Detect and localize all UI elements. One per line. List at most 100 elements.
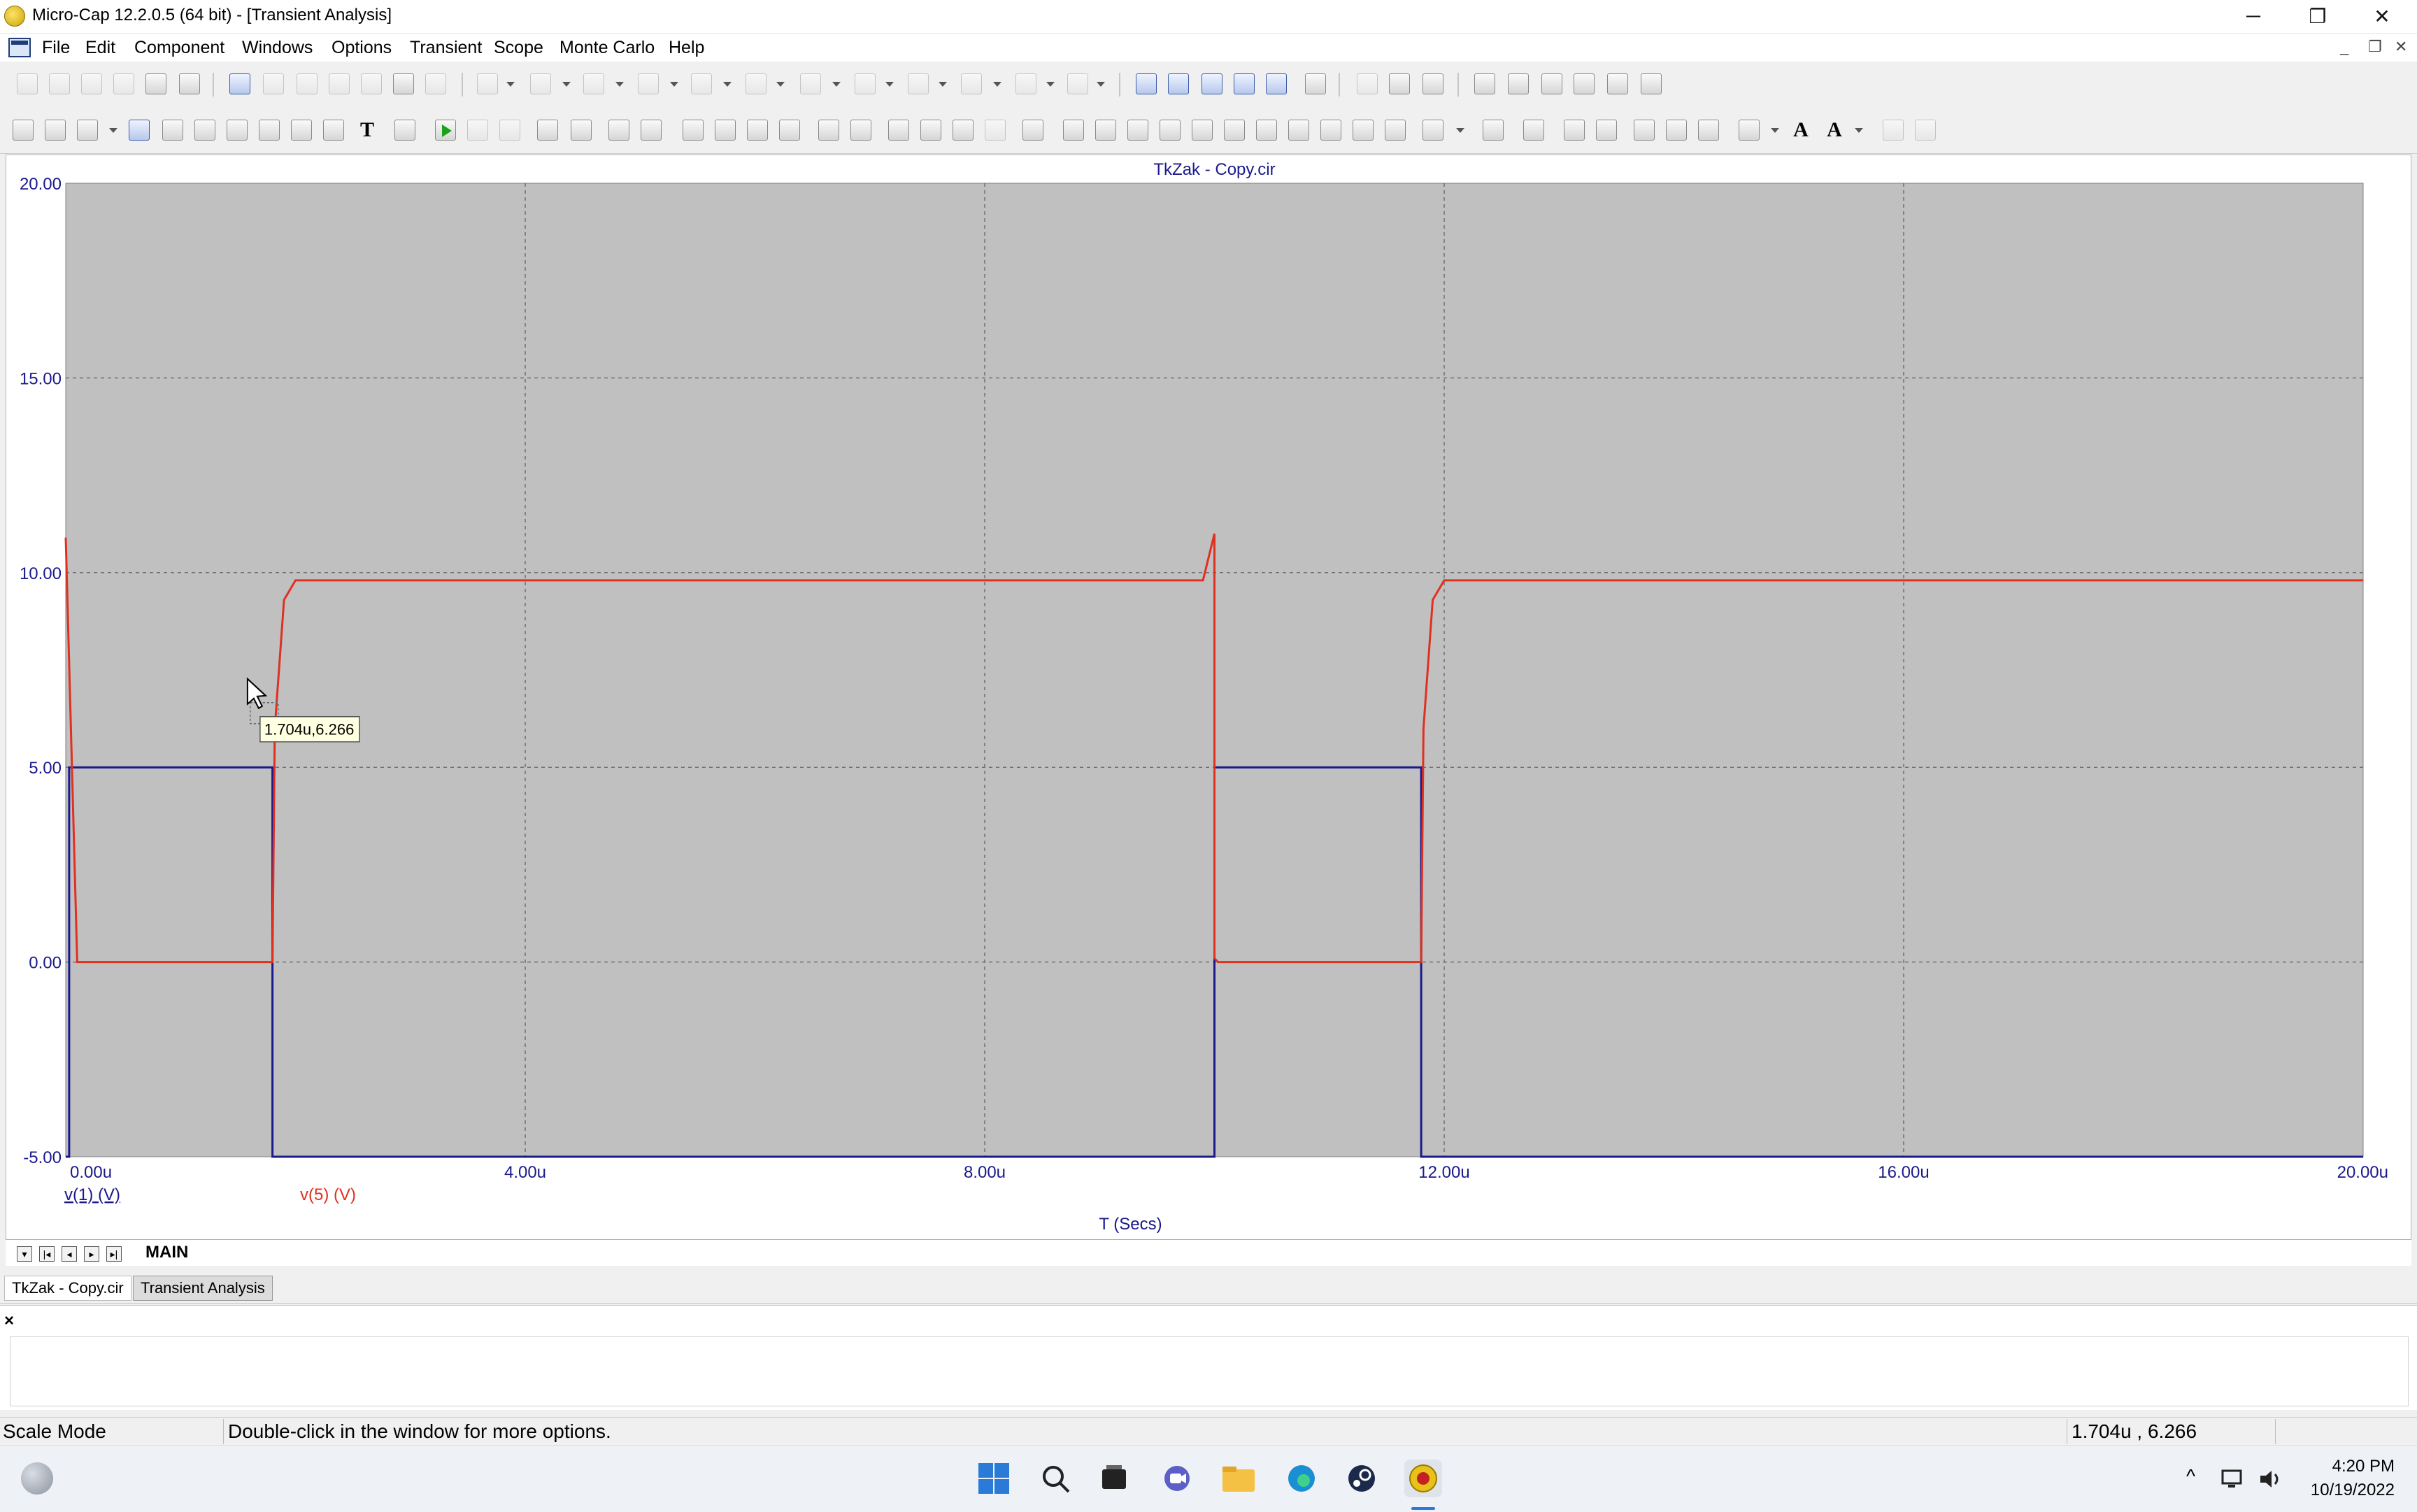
chevron-down-icon[interactable] <box>939 82 947 87</box>
tile-vertical-icon[interactable] <box>1168 73 1189 94</box>
edge-browser-icon[interactable] <box>1283 1460 1320 1497</box>
mdi-close-button[interactable]: ✕ <box>2395 38 2407 56</box>
cascade-windows-icon[interactable] <box>1136 73 1157 94</box>
split-icon[interactable] <box>850 120 871 141</box>
cursor-global-low-icon[interactable] <box>1256 120 1277 141</box>
last-sheet-button[interactable]: ▸| <box>106 1246 122 1262</box>
widgets-icon[interactable] <box>21 1462 53 1495</box>
text-style-icon[interactable]: A <box>1824 120 1845 141</box>
close-panel-icon[interactable]: × <box>4 1311 14 1331</box>
menu-component[interactable]: Component <box>134 38 224 58</box>
menu-scope[interactable]: Scope <box>494 38 543 58</box>
undo-icon[interactable] <box>229 73 250 94</box>
send-to-back-icon[interactable] <box>1915 120 1936 141</box>
transistor-component-icon[interactable] <box>746 73 767 94</box>
cursor-low-icon[interactable] <box>1160 120 1181 141</box>
horizontal-tag-icon[interactable] <box>291 120 312 141</box>
text-tool-icon[interactable]: T <box>357 120 378 141</box>
cursor-peak-icon[interactable] <box>1063 120 1084 141</box>
sheet-menu-button[interactable]: ▾ <box>17 1246 32 1262</box>
chevron-down-icon[interactable] <box>506 82 515 87</box>
open-file-icon[interactable] <box>49 73 70 94</box>
zoom-in-icon[interactable] <box>888 120 909 141</box>
cursor-go-to-icon[interactable] <box>1385 120 1406 141</box>
performance-tag-icon[interactable] <box>394 120 415 141</box>
cursor-inflection-icon[interactable] <box>1192 120 1213 141</box>
transient-plot[interactable]: -5.00 0.00 5.00 10.00 15.00 20.00 0.00u 4.00u 8… <box>6 155 2412 1246</box>
start-icon[interactable] <box>975 1460 1013 1497</box>
minimize-button[interactable]: ─ <box>2221 0 2286 32</box>
menu-monte-carlo[interactable]: Monte Carlo <box>559 38 655 58</box>
shape-editor-icon[interactable] <box>1541 73 1562 94</box>
task-view-icon[interactable] <box>1095 1460 1133 1497</box>
menu-edit[interactable]: Edit <box>85 38 115 58</box>
stack-icon[interactable] <box>818 120 839 141</box>
chevron-down-icon[interactable] <box>1456 128 1464 133</box>
chevron-down-icon[interactable] <box>109 128 117 133</box>
save-icon[interactable] <box>81 73 102 94</box>
bring-to-front-icon[interactable] <box>1883 120 1904 141</box>
fit-curve-icon[interactable] <box>1698 120 1719 141</box>
close-button[interactable]: ✕ <box>2350 0 2414 32</box>
microcap-taskbar-icon[interactable] <box>1404 1460 1442 1497</box>
chevron-down-icon[interactable] <box>1855 128 1863 133</box>
cursor-bottom-icon[interactable] <box>1320 120 1341 141</box>
chevron-down-icon[interactable] <box>885 82 894 87</box>
clock-date[interactable]: 10/19/2022 <box>2301 1481 2395 1500</box>
table-icon[interactable] <box>1483 120 1504 141</box>
chat-icon[interactable] <box>1158 1460 1196 1497</box>
layout-4-icon[interactable] <box>779 120 800 141</box>
restore-limits-icon[interactable] <box>1596 120 1617 141</box>
chevron-down-icon[interactable] <box>832 82 841 87</box>
cursor-global-high-icon[interactable] <box>1224 120 1245 141</box>
cursor-high-icon[interactable] <box>1127 120 1148 141</box>
zoom-fit-icon[interactable] <box>953 120 974 141</box>
zoom-reset-icon[interactable] <box>985 120 1006 141</box>
clipboard-icon[interactable] <box>1423 120 1443 141</box>
delete-icon[interactable] <box>393 73 414 94</box>
pan-mode-icon[interactable] <box>77 120 98 141</box>
cursor-top-icon[interactable] <box>1288 120 1309 141</box>
network-icon[interactable] <box>2218 1465 2246 1493</box>
chevron-down-icon[interactable] <box>1771 128 1779 133</box>
calculator-icon[interactable] <box>1305 73 1326 94</box>
layout-1-icon[interactable] <box>683 120 704 141</box>
menu-options[interactable]: Options <box>331 38 392 58</box>
print-preview-icon[interactable] <box>145 73 166 94</box>
tile-horizontal-icon[interactable] <box>1202 73 1222 94</box>
zoom-out-icon[interactable] <box>920 120 941 141</box>
mdi-restore-button[interactable]: ❐ <box>2368 38 2382 56</box>
print-icon[interactable] <box>179 73 200 94</box>
scale-mode-icon[interactable] <box>129 120 150 141</box>
select-all-icon[interactable] <box>425 73 446 94</box>
clock-time[interactable]: 4:20 PM <box>2307 1457 2395 1476</box>
run-icon[interactable] <box>435 120 456 141</box>
mosfet-component-icon[interactable] <box>800 73 821 94</box>
probe-component-icon[interactable] <box>1067 73 1088 94</box>
grid-icon[interactable] <box>641 120 662 141</box>
restore-button[interactable]: ❐ <box>2286 0 2350 32</box>
sheet-tab-main[interactable]: MAIN <box>145 1243 188 1262</box>
cursor-valley-icon[interactable] <box>1095 120 1116 141</box>
analysis-limits-icon[interactable] <box>1607 73 1628 94</box>
vertical-tag-icon[interactable] <box>323 120 344 141</box>
point-mode-icon[interactable] <box>227 120 248 141</box>
resistor-component-icon[interactable] <box>530 73 551 94</box>
mdi-minimize-button[interactable]: _ <box>2340 38 2348 56</box>
redo-icon[interactable] <box>263 73 284 94</box>
edit-line-icon[interactable] <box>571 120 592 141</box>
chevron-down-icon[interactable] <box>1097 82 1105 87</box>
graph-view-icon[interactable] <box>194 120 215 141</box>
source-component-icon[interactable] <box>908 73 929 94</box>
pause-icon[interactable] <box>499 120 520 141</box>
prev-sheet-button[interactable]: ◂ <box>62 1246 77 1262</box>
chevron-down-icon[interactable] <box>776 82 785 87</box>
window-icon[interactable] <box>1234 73 1255 94</box>
layout-2-icon[interactable] <box>715 120 736 141</box>
cursor-mode-icon[interactable] <box>45 120 66 141</box>
save-all-icon[interactable] <box>113 73 134 94</box>
ground-component-icon[interactable] <box>477 73 498 94</box>
stop-icon[interactable] <box>467 120 488 141</box>
point-tag-icon[interactable] <box>259 120 280 141</box>
show-hidden-icons-button[interactable]: ^ <box>2186 1465 2195 1488</box>
